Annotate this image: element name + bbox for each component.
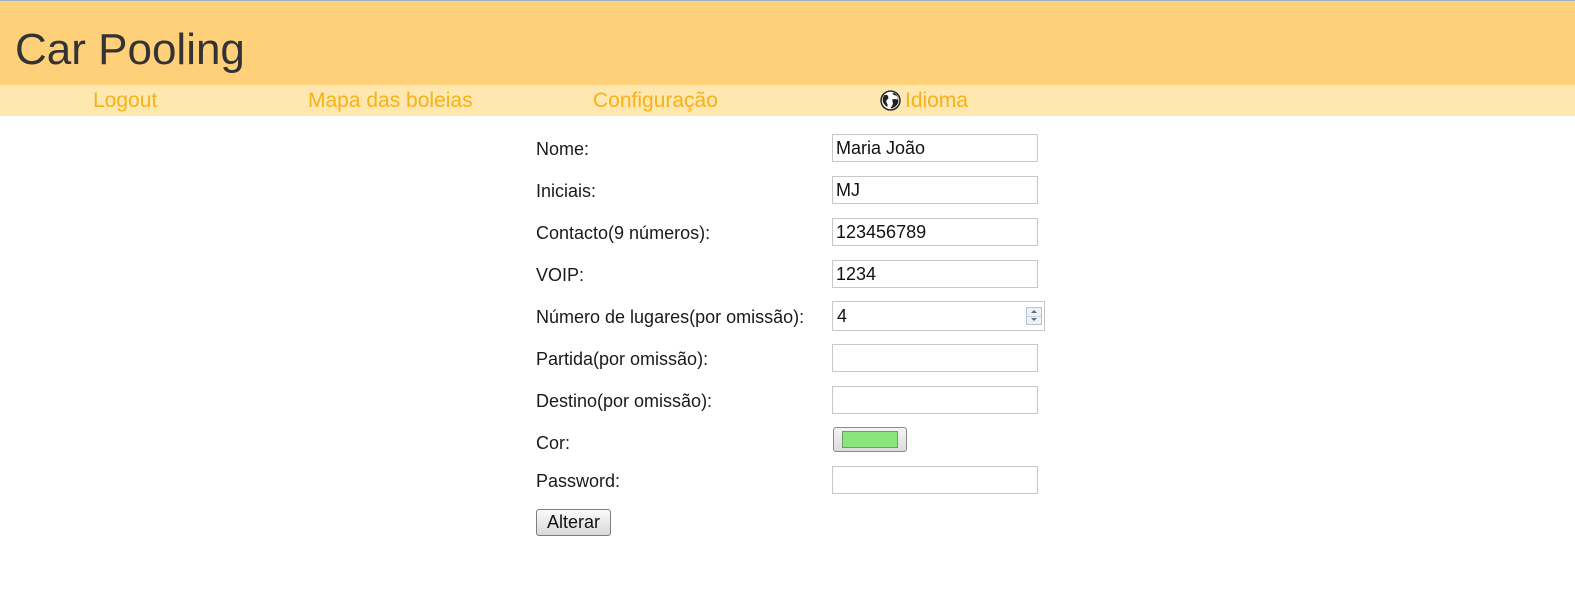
stepper-down-button[interactable] bbox=[1027, 316, 1041, 324]
chevron-up-icon bbox=[1031, 310, 1037, 313]
contact-input[interactable] bbox=[832, 218, 1038, 246]
app-title: Car Pooling bbox=[15, 25, 245, 74]
row-voip: VOIP: bbox=[536, 259, 1096, 291]
name-input[interactable] bbox=[832, 134, 1038, 162]
row-password: Password: bbox=[536, 465, 1096, 497]
nav-ride-map[interactable]: Mapa das boleias bbox=[308, 88, 473, 114]
color-swatch bbox=[842, 431, 898, 448]
password-input[interactable] bbox=[832, 466, 1038, 494]
chevron-down-icon bbox=[1031, 318, 1037, 321]
color-picker-button[interactable] bbox=[833, 427, 907, 452]
globe-icon bbox=[880, 90, 901, 111]
nav-logout[interactable]: Logout bbox=[93, 88, 157, 114]
app-header: Car Pooling bbox=[0, 1, 1575, 85]
seats-label: Número de lugares(por omissão): bbox=[536, 307, 805, 327]
row-color: Cor: bbox=[536, 427, 1096, 459]
color-label: Cor: bbox=[536, 433, 571, 453]
seats-number-input[interactable]: 4 bbox=[832, 301, 1045, 331]
initials-input[interactable] bbox=[832, 176, 1038, 204]
seats-stepper[interactable] bbox=[1026, 307, 1042, 325]
name-label: Nome: bbox=[536, 139, 590, 159]
voip-input[interactable] bbox=[832, 260, 1038, 288]
nav-language[interactable]: Idioma bbox=[880, 88, 968, 114]
submit-button[interactable]: Alterar bbox=[536, 509, 611, 536]
destination-label: Destino(por omissão): bbox=[536, 391, 713, 411]
departure-input[interactable] bbox=[832, 344, 1038, 372]
row-seats: Número de lugares(por omissão): 4 bbox=[536, 301, 1096, 333]
voip-label: VOIP: bbox=[536, 265, 585, 285]
row-destination: Destino(por omissão): bbox=[536, 385, 1096, 417]
seats-value: 4 bbox=[837, 306, 848, 326]
row-initials: Iniciais: bbox=[536, 175, 1096, 207]
row-contact: Contacto(9 números): bbox=[536, 217, 1096, 249]
departure-label: Partida(por omissão): bbox=[536, 349, 709, 369]
row-departure: Partida(por omissão): bbox=[536, 343, 1096, 375]
password-label: Password: bbox=[536, 471, 621, 491]
nav-bar: Logout Mapa das boleias Configuração Idi… bbox=[0, 85, 1575, 116]
destination-input[interactable] bbox=[832, 386, 1038, 414]
nav-settings[interactable]: Configuração bbox=[593, 88, 718, 114]
row-name: Nome: bbox=[536, 133, 1096, 165]
nav-language-label: Idioma bbox=[905, 89, 969, 112]
initials-label: Iniciais: bbox=[536, 181, 597, 201]
contact-label: Contacto(9 números): bbox=[536, 223, 711, 243]
